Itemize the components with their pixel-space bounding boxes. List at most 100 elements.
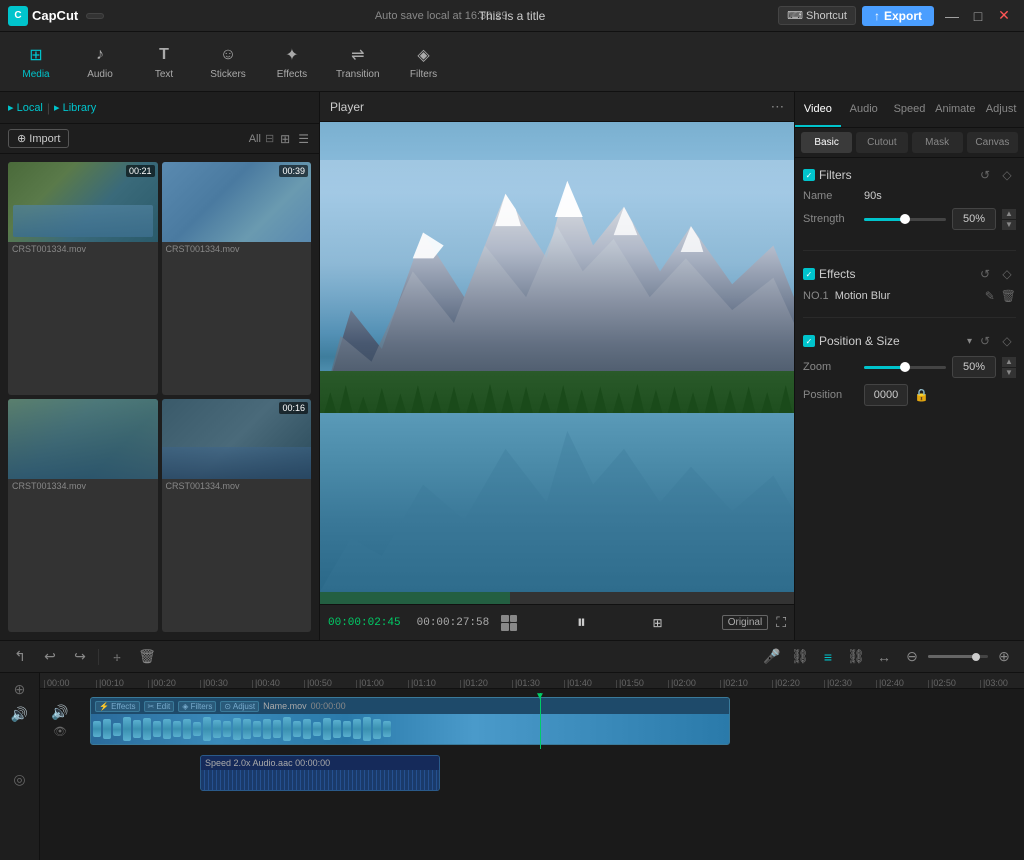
media-grid: 00:21 CRST001334.mov 00:39 CRST001334.mo… [0, 154, 319, 640]
delete-button[interactable]: 🗑 [135, 645, 159, 669]
audio-clip[interactable]: Speed 2.0x Audio.aac 00:00:00 [200, 755, 440, 791]
link-button[interactable]: ⛓ [788, 645, 812, 669]
back-button[interactable]: ↩ [38, 645, 62, 669]
slider-thumb[interactable] [900, 362, 910, 372]
track-controls: 🔊 👁 [40, 704, 80, 738]
slider-thumb[interactable] [900, 214, 910, 224]
effects-checkbox[interactable] [803, 268, 815, 280]
effects-diamond-button[interactable]: ◇ [998, 265, 1016, 283]
zoom-spinner-down[interactable]: ▼ [1002, 368, 1016, 378]
zoom-handle[interactable] [972, 653, 980, 661]
split-button[interactable]: ⧾ [105, 645, 129, 669]
tab-audio[interactable]: Audio [841, 92, 887, 127]
tab-adjust[interactable]: Adjust [978, 92, 1024, 127]
filters-checkbox[interactable] [803, 169, 815, 181]
tab-speed[interactable]: Speed [887, 92, 933, 127]
filters-icon: ◈ [412, 43, 436, 67]
position-diamond-button[interactable]: ◇ [998, 332, 1016, 350]
tool-filters[interactable]: ◈ Filters [404, 43, 444, 80]
maximize-button[interactable]: □ [966, 4, 990, 28]
tool-text[interactable]: T Text [144, 43, 184, 80]
track-eye-button[interactable]: 👁 [53, 725, 67, 738]
position-checkbox[interactable] [803, 335, 815, 347]
ruler-mark: |01:00 [356, 673, 384, 688]
chain-button[interactable]: ⛓ [844, 645, 868, 669]
tab-animate[interactable]: Animate [932, 92, 978, 127]
stickers-icon: ☺ [216, 43, 240, 67]
tool-transition[interactable]: ⇌ Transition [336, 43, 380, 80]
effects-reset-button[interactable]: ↺ [976, 265, 994, 283]
subtab-mask[interactable]: Mask [912, 132, 963, 153]
gutter-volume-button[interactable]: 🔊 [11, 706, 28, 723]
position-expand[interactable]: ▾ [967, 336, 972, 347]
player-title: Player [330, 100, 364, 114]
filters-diamond-button[interactable]: ◇ [998, 166, 1016, 184]
left-panel: ▸ Local | ▸ Library ⊕ Import All ⊟ ⊞ ☰ 0… [0, 92, 320, 640]
tool-media[interactable]: ⊞ Media [16, 43, 56, 80]
tool-filters-label: Filters [410, 69, 437, 80]
media-thumbnail [8, 399, 158, 479]
mic-button[interactable]: 🎤 [760, 645, 784, 669]
subtab-cutout[interactable]: Cutout [856, 132, 907, 153]
timeline-mode-button[interactable]: ≡ [816, 645, 840, 669]
player-menu-button[interactable]: ⋯ [771, 99, 784, 115]
local-tab[interactable]: ▸ Local [8, 101, 43, 114]
zoom-slider-timeline[interactable] [928, 655, 988, 658]
zoom-slider[interactable] [864, 366, 946, 369]
subtab-canvas[interactable]: Canvas [967, 132, 1018, 153]
grid-view-button[interactable]: ⊞ [278, 130, 292, 148]
effect-edit-button[interactable]: ✎ [985, 289, 995, 303]
spinner-down[interactable]: ▼ [1002, 220, 1016, 230]
media-item[interactable]: CRST001334.mov [8, 399, 158, 632]
list-view-button[interactable]: ☰ [296, 130, 311, 148]
undo-arrow-button[interactable]: ↰ [8, 645, 32, 669]
right-panel: Video Audio Speed Animate Adjust Basic C… [794, 92, 1024, 640]
shortcut-button[interactable]: ⌨ Shortcut [778, 6, 856, 25]
menu-button[interactable] [86, 13, 104, 19]
upload-icon: ↑ [874, 9, 880, 23]
media-item[interactable]: 00:39 CRST001334.mov [162, 162, 312, 395]
transition-track-button[interactable]: ↔ [872, 645, 896, 669]
project-title[interactable]: This is a title [479, 9, 546, 23]
library-tab[interactable]: ▸ Library [54, 101, 96, 114]
add-track-button[interactable]: ⊕ [14, 681, 26, 698]
minimize-button[interactable]: — [940, 4, 964, 28]
zoom-spinner-up[interactable]: ▲ [1002, 357, 1016, 367]
filters-reset-button[interactable]: ↺ [976, 166, 994, 184]
player-scrubber[interactable] [320, 592, 794, 604]
zoom-input[interactable]: 50% [952, 356, 996, 378]
audio-icon: ♪ [88, 43, 112, 67]
filter-strength-input[interactable]: 50% [952, 208, 996, 230]
video-track-row: 🔊 👁 ⚡ Effects ✂ Edit ◈ Filters ⊙ Adjust … [40, 693, 1024, 749]
video-clip[interactable]: ⚡ Effects ✂ Edit ◈ Filters ⊙ Adjust Name… [90, 697, 730, 745]
export-button[interactable]: ↑ Export [862, 6, 934, 26]
subtab-basic[interactable]: Basic [801, 132, 852, 153]
spinner-up[interactable]: ▲ [1002, 209, 1016, 219]
right-content: Filters ↺ ◇ Name 90s Strength [795, 158, 1024, 420]
grid-overlay-button[interactable] [501, 615, 517, 631]
position-input[interactable]: 0000 [864, 384, 908, 406]
forward-button[interactable]: ↪ [68, 645, 92, 669]
tab-video[interactable]: Video [795, 92, 841, 127]
media-item[interactable]: 00:16 CRST001334.mov [162, 399, 312, 632]
play-button[interactable]: ⏸ [569, 611, 593, 635]
media-item[interactable]: 00:21 CRST001334.mov [8, 162, 158, 395]
track-volume-button[interactable]: 🔊 [51, 704, 68, 721]
tool-audio[interactable]: ♪ Audio [80, 43, 120, 80]
position-row: Position 0000 🔒 [803, 384, 1016, 406]
fit-screen-button[interactable]: ⊞ [646, 611, 670, 635]
lock-icon: 🔒 [914, 388, 929, 402]
gutter-mute-button[interactable]: ◎ [13, 771, 25, 788]
fullscreen-button[interactable]: ⛶ [776, 614, 786, 631]
media-filename: CRST001334.mov [8, 479, 158, 493]
filter-strength-slider[interactable] [864, 218, 946, 221]
import-button[interactable]: ⊕ Import [8, 129, 69, 148]
text-icon: T [152, 43, 176, 67]
position-reset-button[interactable]: ↺ [976, 332, 994, 350]
effect-delete-button[interactable]: 🗑 [1001, 289, 1016, 303]
tool-stickers[interactable]: ☺ Stickers [208, 43, 248, 80]
close-button[interactable]: ✕ [992, 4, 1016, 28]
zoom-in-button[interactable]: ⊕ [992, 645, 1016, 669]
zoom-out-button[interactable]: ⊖ [900, 645, 924, 669]
tool-effects[interactable]: ✦ Effects [272, 43, 312, 80]
